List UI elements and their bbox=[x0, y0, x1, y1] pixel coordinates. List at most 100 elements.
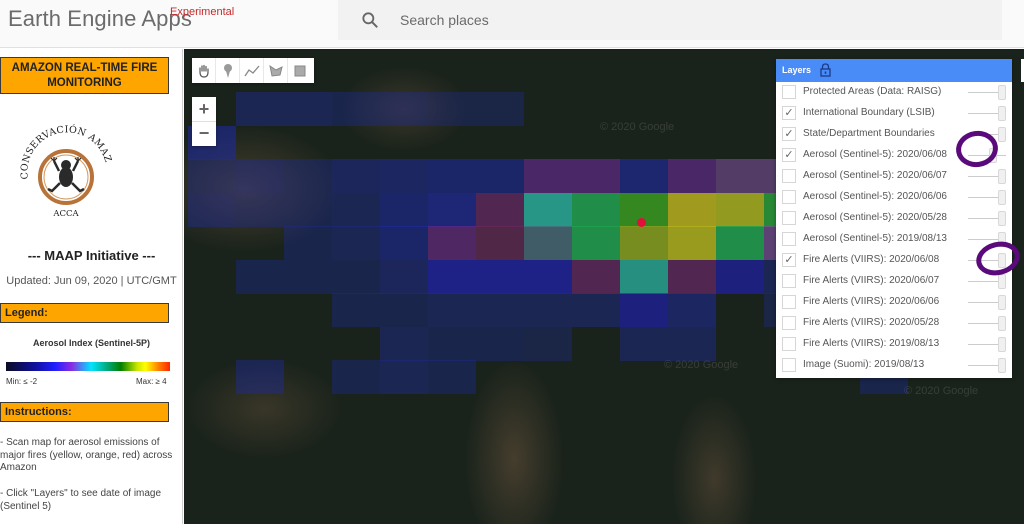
aerosol-tile bbox=[284, 92, 332, 126]
layer-checkbox[interactable] bbox=[782, 274, 796, 288]
opacity-slider-thumb[interactable] bbox=[998, 295, 1006, 310]
pan-tool-button[interactable] bbox=[192, 58, 216, 83]
layer-row: Fire Alerts (VIIRS): 2020/06/06 bbox=[776, 292, 1012, 313]
aerosol-tile bbox=[524, 259, 572, 294]
search-places-input[interactable] bbox=[400, 8, 980, 32]
acca-logo: CONSERVACIÓN AMAZÓNICA ACCA bbox=[14, 119, 113, 219]
layer-checkbox[interactable] bbox=[782, 337, 796, 351]
layer-checkbox[interactable] bbox=[782, 295, 796, 309]
aerosol-tile bbox=[716, 159, 764, 193]
opacity-slider-thumb[interactable] bbox=[998, 85, 1006, 100]
aerosol-tile bbox=[476, 159, 524, 193]
layer-label[interactable]: Fire Alerts (VIIRS): 2020/05/28 bbox=[803, 317, 939, 328]
opacity-slider-thumb[interactable] bbox=[998, 337, 1006, 352]
layer-checkbox[interactable] bbox=[782, 190, 796, 204]
experimental-badge: Experimental bbox=[170, 6, 235, 18]
layer-label[interactable]: Aerosol (Sentinel-5): 2020/06/08 bbox=[803, 149, 947, 160]
aerosol-tile bbox=[380, 226, 428, 260]
layer-label[interactable]: State/Department Boundaries bbox=[803, 128, 935, 139]
map-canvas[interactable]: © 2020 Google © 2020 Google © 2020 Googl… bbox=[184, 49, 1024, 524]
layer-label[interactable]: Fire Alerts (VIIRS): 2020/06/08 bbox=[803, 254, 939, 265]
layer-label[interactable]: Aerosol (Sentinel-5): 2020/06/07 bbox=[803, 170, 947, 181]
aerosol-tile bbox=[668, 226, 716, 260]
search-icon[interactable] bbox=[360, 10, 380, 30]
layer-label[interactable]: Image (Suomi): 2019/08/13 bbox=[803, 359, 924, 370]
map-watermark: © 2020 Google bbox=[904, 385, 979, 397]
layer-row: Image (Suomi): 2019/08/13 bbox=[776, 355, 1012, 376]
aerosol-tile bbox=[332, 293, 380, 327]
opacity-slider-thumb[interactable] bbox=[998, 127, 1006, 142]
layer-row: Fire Alerts (VIIRS): 2020/06/07 bbox=[776, 271, 1012, 292]
layer-label[interactable]: Aerosol (Sentinel-5): 2020/05/28 bbox=[803, 212, 947, 223]
polygon-tool-button[interactable] bbox=[264, 58, 288, 83]
line-tool-button[interactable] bbox=[240, 58, 264, 83]
layers-header[interactable]: Layers bbox=[776, 59, 1012, 82]
layer-label[interactable]: Fire Alerts (VIIRS): 2020/06/06 bbox=[803, 296, 939, 307]
layer-label[interactable]: Fire Alerts (VIIRS): 2020/06/07 bbox=[803, 275, 939, 286]
opacity-slider-thumb[interactable] bbox=[998, 106, 1006, 121]
info-panel: AMAZON REAL-TIME FIRE MONITORING CONSERV… bbox=[0, 49, 183, 524]
drawing-toolbar bbox=[192, 58, 314, 83]
map-watermark: © 2020 Google bbox=[600, 121, 675, 133]
aerosol-tile bbox=[380, 92, 428, 126]
layer-row: Aerosol (Sentinel-5): 2019/08/13 bbox=[776, 229, 1012, 250]
aerosol-tile bbox=[236, 192, 284, 227]
marker-tool-button[interactable] bbox=[216, 58, 240, 83]
aerosol-tile bbox=[668, 259, 716, 294]
opacity-slider-thumb[interactable] bbox=[998, 358, 1006, 373]
layer-checkbox[interactable]: ✓ bbox=[782, 253, 796, 267]
app-title[interactable]: Earth Engine Apps bbox=[8, 6, 192, 32]
layer-checkbox[interactable]: ✓ bbox=[782, 148, 796, 162]
aerosol-tile bbox=[428, 92, 476, 126]
layers-title: Layers bbox=[782, 65, 812, 75]
aerosol-tile bbox=[524, 159, 572, 193]
aerosol-tile bbox=[236, 360, 284, 394]
layer-checkbox[interactable] bbox=[782, 211, 796, 225]
aerosol-tile bbox=[332, 259, 380, 294]
layer-label[interactable]: Aerosol (Sentinel-5): 2019/08/13 bbox=[803, 233, 947, 244]
aerosol-tile bbox=[236, 159, 284, 193]
aerosol-tile bbox=[668, 159, 716, 193]
rectangle-tool-button[interactable] bbox=[288, 58, 312, 83]
aerosol-tile bbox=[668, 192, 716, 227]
search-bar[interactable] bbox=[338, 0, 1002, 40]
opacity-slider-thumb[interactable] bbox=[998, 190, 1006, 205]
aerosol-tile bbox=[572, 226, 620, 260]
layer-checkbox[interactable]: ✓ bbox=[782, 106, 796, 120]
layer-row: Aerosol (Sentinel-5): 2020/05/28 bbox=[776, 208, 1012, 229]
aerosol-tile bbox=[524, 226, 572, 260]
legend-title: Aerosol Index (Sentinel-5P) bbox=[32, 338, 151, 348]
lock-icon[interactable] bbox=[819, 63, 832, 77]
layer-checkbox[interactable] bbox=[782, 358, 796, 372]
aerosol-tile bbox=[236, 259, 284, 294]
layer-label[interactable]: International Boundary (LSIB) bbox=[803, 107, 935, 118]
layer-checkbox[interactable] bbox=[782, 169, 796, 183]
aerosol-tile bbox=[620, 326, 668, 361]
layer-checkbox[interactable] bbox=[782, 232, 796, 246]
layer-label[interactable]: Fire Alerts (VIIRS): 2019/08/13 bbox=[803, 338, 939, 349]
logo-acronym: ACCA bbox=[52, 209, 79, 219]
aerosol-tile bbox=[332, 360, 380, 394]
layer-row: Aerosol (Sentinel-5): 2020/06/07 bbox=[776, 166, 1012, 187]
zoom-out-button[interactable]: − bbox=[192, 121, 216, 145]
initiative-heading: --- MAAP Initiative --- bbox=[27, 248, 156, 263]
opacity-slider-thumb[interactable] bbox=[998, 274, 1006, 289]
zoom-in-button[interactable]: + bbox=[192, 97, 216, 121]
aerosol-tile bbox=[188, 192, 236, 227]
opacity-slider-thumb[interactable] bbox=[998, 316, 1006, 331]
layer-checkbox[interactable] bbox=[782, 316, 796, 330]
layer-checkbox[interactable] bbox=[782, 85, 796, 99]
legend-max-label: Max: ≥ 4 bbox=[136, 377, 167, 386]
layer-row: ✓ International Boundary (LSIB) bbox=[776, 103, 1012, 124]
opacity-slider-thumb[interactable] bbox=[998, 169, 1006, 184]
layer-label[interactable]: Protected Areas (Data: RAISG) bbox=[803, 86, 941, 97]
opacity-slider-thumb[interactable] bbox=[998, 211, 1006, 226]
app-header: Earth Engine Apps Experimental bbox=[0, 0, 1024, 48]
polygon-icon bbox=[268, 64, 283, 77]
aerosol-tile bbox=[284, 226, 332, 260]
aerosol-tile bbox=[476, 192, 524, 227]
aerosol-tile bbox=[428, 192, 476, 227]
layer-label[interactable]: Aerosol (Sentinel-5): 2020/06/06 bbox=[803, 191, 947, 202]
layer-checkbox[interactable]: ✓ bbox=[782, 127, 796, 141]
aerosol-tile bbox=[380, 293, 428, 327]
